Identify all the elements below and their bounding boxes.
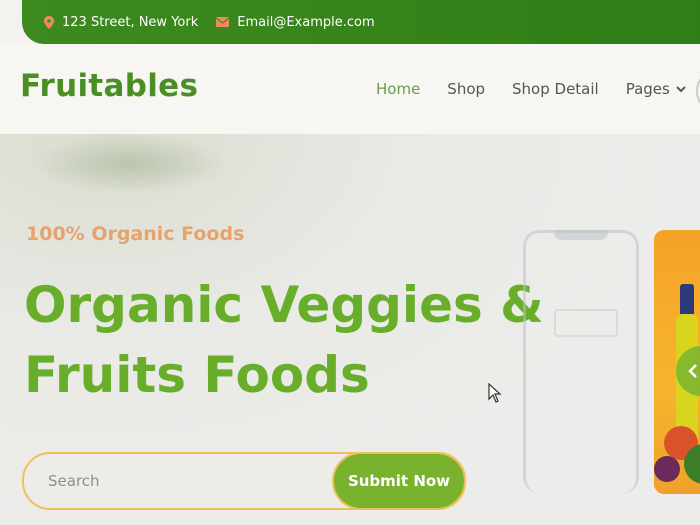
- hero-eyebrow: 100% Organic Foods: [26, 223, 245, 245]
- nav-pages[interactable]: Pages: [626, 80, 686, 98]
- phone-notch: [554, 230, 608, 240]
- background-leaves: [30, 134, 230, 194]
- topbar-address: 123 Street, New York: [44, 15, 198, 30]
- envelope-icon: [216, 17, 230, 27]
- mouse-cursor-icon: [488, 382, 502, 407]
- chevron-left-icon: [688, 363, 698, 379]
- search-input[interactable]: [46, 468, 310, 494]
- nav-shop-detail[interactable]: Shop Detail: [512, 80, 599, 98]
- bottle-cap: [680, 284, 694, 318]
- nav-overflow-icon[interactable]: [696, 76, 700, 106]
- phone-ghost-element: [554, 309, 618, 337]
- email-link[interactable]: Email@Example.com: [237, 15, 374, 30]
- topbar: 123 Street, New York Email@Example.com: [22, 0, 700, 44]
- search-form: Submit Now: [22, 452, 466, 510]
- main-nav: Home Shop Shop Detail Pages: [376, 76, 700, 106]
- address-text: 123 Street, New York: [62, 14, 199, 30]
- hero-title-line1: Organic Veggies &: [24, 276, 544, 334]
- phone-mockup: [523, 230, 639, 493]
- topbar-email[interactable]: Email@Example.com: [216, 15, 375, 30]
- submit-button[interactable]: Submit Now: [332, 452, 466, 510]
- nav-home[interactable]: Home: [376, 80, 420, 98]
- eggplant-image: [654, 456, 680, 482]
- map-marker-icon: [44, 15, 54, 29]
- nav-pages-label: Pages: [625, 80, 670, 98]
- site-header: Fruitables Home Shop Shop Detail Pages: [0, 44, 700, 134]
- nav-shop[interactable]: Shop: [447, 80, 485, 98]
- chevron-down-icon: [676, 85, 686, 93]
- brand-logo[interactable]: Fruitables: [20, 68, 198, 104]
- hero-section: 100% Organic Foods Organic Veggies & Fru…: [0, 134, 700, 525]
